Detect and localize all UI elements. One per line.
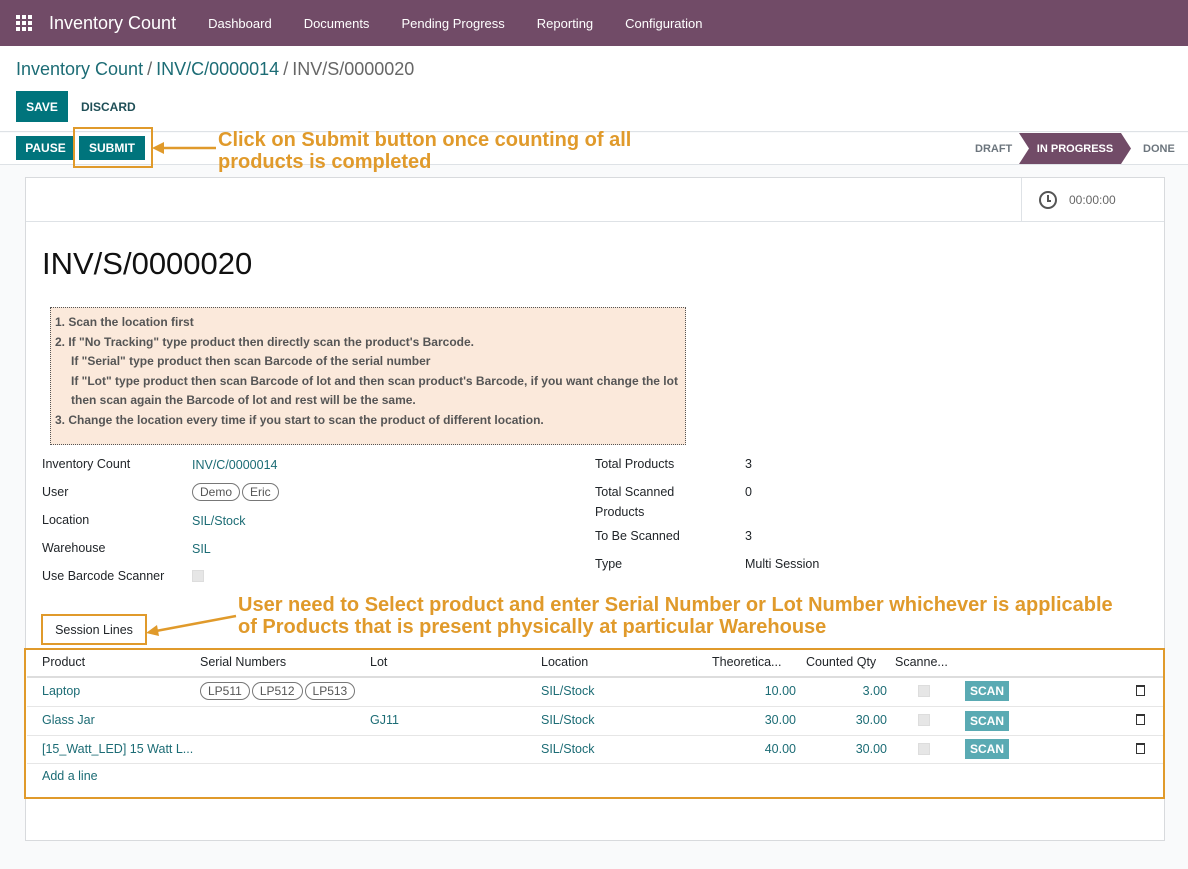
row-scanned-checkbox[interactable] bbox=[918, 685, 930, 697]
location-label: Location bbox=[42, 513, 90, 527]
column-header-serial-numbers[interactable]: Serial Numbers bbox=[200, 655, 286, 669]
clock-icon bbox=[1039, 191, 1057, 209]
breadcrumb-root[interactable]: Inventory Count bbox=[16, 59, 143, 79]
stage-in-progress[interactable]: IN PROGRESS bbox=[1019, 133, 1131, 164]
row-theoretical: 10.00 bbox=[764, 684, 796, 698]
annotation-arrow bbox=[152, 142, 216, 154]
to-be-scanned-label: To Be Scanned bbox=[595, 529, 680, 543]
column-header-product[interactable]: Product bbox=[42, 655, 85, 669]
row-counted-qty[interactable]: 30.00 bbox=[796, 742, 887, 756]
nav-dashboard[interactable]: Dashboard bbox=[192, 16, 288, 31]
serial-tag[interactable]: LP511 bbox=[200, 682, 250, 700]
total-scanned-value: 0 bbox=[745, 485, 752, 499]
row-divider bbox=[27, 763, 1163, 764]
location-value[interactable]: SIL/Stock bbox=[192, 514, 246, 528]
row-scanned-checkbox[interactable] bbox=[918, 743, 930, 755]
form-sheet: 00:00:00 INV/S/0000020 1. Scan the locat… bbox=[24, 177, 1165, 841]
annotation-arrow bbox=[146, 614, 237, 636]
breadcrumb-separator: / bbox=[283, 59, 289, 79]
row-divider bbox=[27, 706, 1163, 707]
inventory-count-label: Inventory Count bbox=[42, 457, 131, 471]
scan-button[interactable]: SCAN bbox=[965, 711, 1009, 731]
instruction-line: 2. If "No Tracking" type product then di… bbox=[55, 334, 474, 349]
nav-reporting[interactable]: Reporting bbox=[521, 16, 609, 31]
apps-menu-icon[interactable] bbox=[16, 15, 32, 31]
warehouse-value[interactable]: SIL bbox=[192, 542, 211, 556]
sheet-header: 00:00:00 bbox=[26, 178, 1164, 222]
pause-button[interactable]: PAUSE bbox=[16, 136, 75, 160]
scan-button[interactable]: SCAN bbox=[965, 681, 1009, 701]
row-product[interactable]: [15_Watt_LED] 15 Watt L... bbox=[42, 742, 193, 756]
add-line-link[interactable]: Add a line bbox=[42, 769, 98, 783]
breadcrumb-parent[interactable]: INV/C/0000014 bbox=[156, 59, 279, 79]
instruction-line: If "Serial" type product then scan Barco… bbox=[71, 354, 431, 368]
app-title[interactable]: Inventory Count bbox=[49, 13, 176, 34]
breadcrumb: Inventory Count / INV/C/0000014/INV/S/0000… bbox=[16, 59, 414, 80]
to-be-scanned-value: 3 bbox=[745, 529, 752, 543]
row-location[interactable]: SIL/Stock bbox=[541, 713, 595, 727]
user-tags[interactable]: Demo Eric bbox=[192, 483, 281, 501]
instruction-line: then scan again the Barcode of lot and r… bbox=[71, 393, 416, 407]
trash-icon[interactable] bbox=[1136, 743, 1145, 754]
row-counted-qty[interactable]: 3.00 bbox=[796, 684, 887, 698]
type-value: Multi Session bbox=[745, 557, 820, 571]
nav-pending-progress[interactable]: Pending Progress bbox=[385, 16, 520, 31]
control-panel: Inventory Count / INV/C/0000014/INV/S/0000… bbox=[0, 46, 1188, 132]
row-location[interactable]: SIL/Stock bbox=[541, 684, 595, 698]
warehouse-label: Warehouse bbox=[42, 541, 106, 555]
column-header-lot[interactable]: Lot bbox=[370, 655, 387, 669]
breadcrumb-separator: / bbox=[147, 59, 153, 79]
row-scanned-checkbox[interactable] bbox=[918, 714, 930, 726]
column-header-theoretical[interactable]: Theoretica... bbox=[712, 655, 781, 669]
barcode-scanner-checkbox[interactable] bbox=[192, 570, 204, 582]
tab-session-lines[interactable]: Session Lines bbox=[41, 614, 147, 645]
row-serial-tags[interactable]: LP511 LP512 LP513 bbox=[200, 682, 357, 700]
type-label: Type bbox=[595, 557, 623, 571]
row-theoretical: 40.00 bbox=[764, 742, 796, 756]
row-theoretical: 30.00 bbox=[764, 713, 796, 727]
timer-value: 00:00:00 bbox=[1069, 193, 1116, 207]
user-label: User bbox=[42, 485, 69, 499]
row-location[interactable]: SIL/Stock bbox=[541, 742, 595, 756]
barcode-scanner-label: Use Barcode Scanner bbox=[42, 569, 165, 583]
row-lot[interactable]: GJ11 bbox=[370, 713, 399, 727]
trash-icon[interactable] bbox=[1136, 714, 1145, 725]
scan-button[interactable]: SCAN bbox=[965, 739, 1009, 759]
instruction-line: 3. Change the location every time if you… bbox=[55, 412, 544, 427]
instruction-line: 1. Scan the location first bbox=[55, 315, 194, 329]
top-navbar: Inventory Count Dashboard Documents Pend… bbox=[0, 0, 1188, 46]
save-button[interactable]: SAVE bbox=[16, 91, 68, 122]
stage-done[interactable]: DONE bbox=[1143, 133, 1175, 164]
row-product[interactable]: Glass Jar bbox=[42, 713, 95, 727]
serial-tag[interactable]: LP513 bbox=[304, 682, 356, 700]
nav-documents[interactable]: Documents bbox=[288, 16, 386, 31]
header-divider bbox=[27, 676, 1163, 678]
nav-configuration[interactable]: Configuration bbox=[609, 16, 718, 31]
total-products-label: Total Products bbox=[595, 457, 675, 471]
trash-icon[interactable] bbox=[1136, 685, 1145, 696]
total-scanned-label: Products bbox=[595, 505, 645, 519]
instruction-line: If "Lot" type product then scan Barcode … bbox=[71, 373, 678, 388]
breadcrumb-current: INV/S/0000020 bbox=[292, 59, 415, 79]
submit-highlight-box bbox=[73, 127, 153, 168]
total-scanned-label: Total Scanned bbox=[595, 485, 675, 499]
discard-button[interactable]: DISCARD bbox=[81, 91, 136, 122]
total-products-value: 3 bbox=[745, 457, 752, 471]
user-tag[interactable]: Eric bbox=[242, 483, 279, 501]
inventory-count-value[interactable]: INV/C/0000014 bbox=[192, 458, 277, 472]
instructions-box: 1. Scan the location first 2. If "No Tra… bbox=[50, 307, 686, 445]
row-divider bbox=[27, 735, 1163, 736]
serial-tag[interactable]: LP512 bbox=[251, 682, 303, 700]
stage-draft[interactable]: DRAFT bbox=[975, 133, 1012, 164]
timer-widget[interactable]: 00:00:00 bbox=[1021, 178, 1164, 222]
column-header-location[interactable]: Location bbox=[541, 655, 588, 669]
user-tag[interactable]: Demo bbox=[192, 483, 241, 501]
row-product[interactable]: Laptop bbox=[42, 684, 80, 698]
session-annotation: User need to Select product and enter Se… bbox=[238, 594, 1113, 638]
record-title: INV/S/0000020 bbox=[42, 246, 253, 281]
column-header-scanned[interactable]: Scanne... bbox=[895, 655, 948, 669]
column-header-counted-qty[interactable]: Counted Qty bbox=[806, 655, 876, 669]
submit-annotation: Click on Submit button once counting of … bbox=[218, 129, 632, 173]
row-counted-qty[interactable]: 30.00 bbox=[796, 713, 887, 727]
